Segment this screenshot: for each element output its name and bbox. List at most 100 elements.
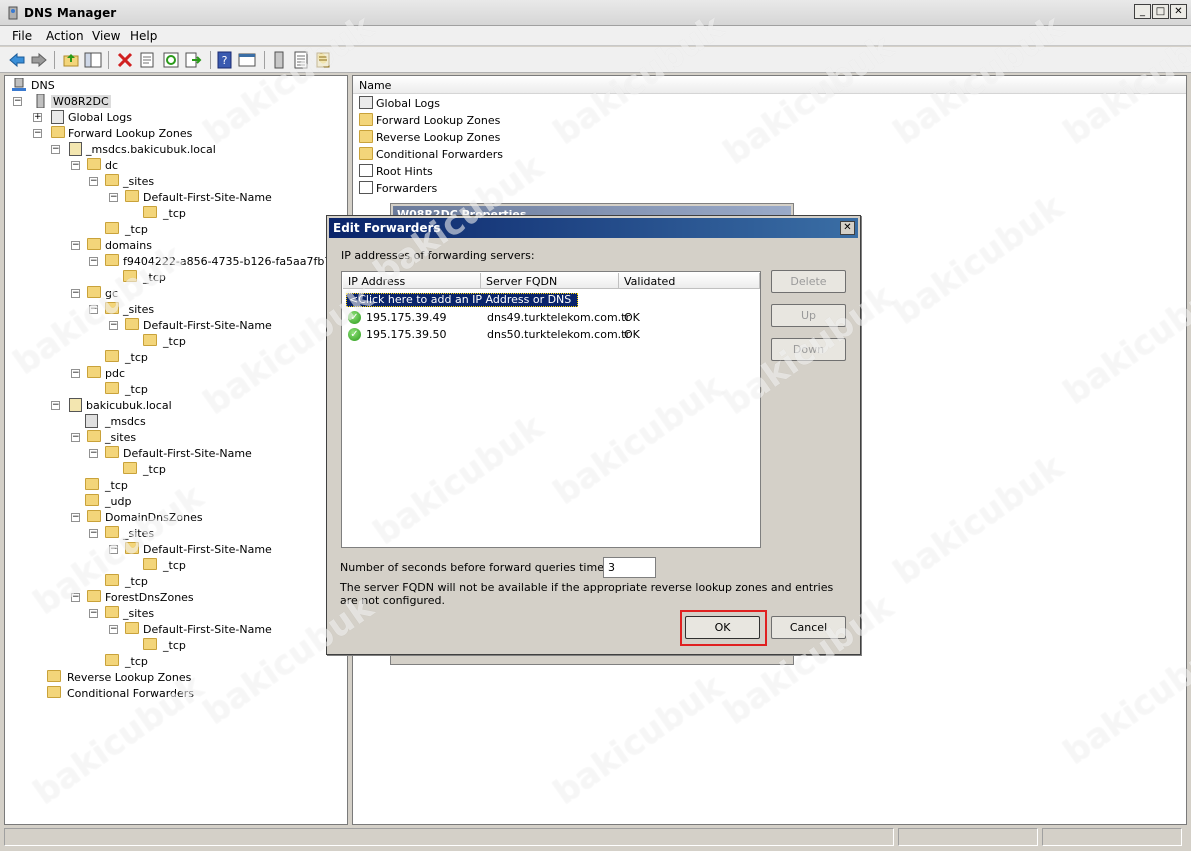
export-list-icon[interactable]	[184, 51, 202, 69]
tree-node-tcp[interactable]: _tcp	[105, 654, 347, 670]
tree-node-tcp[interactable]: _tcp	[143, 558, 347, 574]
collapse-icon[interactable]: −	[71, 161, 80, 170]
menu-help[interactable]: Help	[130, 29, 157, 43]
tree-node-default-site[interactable]: − Default-First-Site-Name	[109, 318, 347, 334]
tree-node-conditional-forwarders[interactable]: Conditional Forwarders	[47, 686, 347, 702]
add-address-row[interactable]: <Click here to add an IP Address or DNS …	[346, 293, 578, 318]
tree-node-msdcs-zone[interactable]: − _msdcs.bakicubuk.local	[51, 142, 347, 158]
tree-node-dns[interactable]: DNS	[11, 78, 311, 94]
tree-node-default-site[interactable]: − Default-First-Site-Name	[109, 622, 347, 638]
tree-node-forestdnszones[interactable]: − ForestDnsZones	[71, 590, 347, 606]
delete-button[interactable]: Delete	[771, 270, 846, 293]
tree-node-sites[interactable]: − _sites	[89, 174, 347, 190]
refresh-icon[interactable]	[162, 51, 180, 69]
properties-icon[interactable]	[138, 51, 156, 69]
list-item-forwarders[interactable]: Forwarders	[359, 181, 559, 197]
help-icon[interactable]: ?	[216, 51, 234, 69]
menu-file[interactable]: File	[12, 29, 32, 43]
collapse-icon[interactable]: −	[71, 369, 80, 378]
back-icon[interactable]	[8, 51, 26, 69]
tree-node-sites[interactable]: − _sites	[89, 302, 347, 318]
list-item-forward-lookup-zones[interactable]: Forward Lookup Zones	[359, 113, 559, 129]
tree-node-default-site[interactable]: − Default-First-Site-Name	[109, 190, 347, 206]
expand-icon[interactable]: +	[33, 113, 42, 122]
dialog-close-button[interactable]: ✕	[840, 221, 855, 235]
tree-node-tcp[interactable]: _tcp	[143, 638, 347, 654]
tree-node-dc[interactable]: − dc	[71, 158, 347, 174]
console-icon[interactable]	[238, 51, 256, 69]
forward-icon[interactable]	[30, 51, 48, 69]
close-button[interactable]: ✕	[1170, 4, 1187, 19]
collapse-icon[interactable]: −	[71, 241, 80, 250]
collapse-icon[interactable]: −	[13, 97, 22, 106]
tree-node-domains[interactable]: − domains	[71, 238, 347, 254]
column-header-validated[interactable]: Validated	[619, 273, 760, 289]
tree-node-pdc[interactable]: − pdc	[71, 366, 347, 382]
tree-node-sites[interactable]: − _sites	[89, 606, 347, 622]
list-item-root-hints[interactable]: Root Hints	[359, 164, 559, 180]
collapse-icon[interactable]: −	[71, 513, 80, 522]
forwarder-row[interactable]: ✓ 195.175.39.50 dns50.turktelekom.com.tr…	[346, 327, 756, 343]
up-folder-icon[interactable]	[62, 51, 80, 69]
forwarders-list[interactable]: IP Address Server FQDN Validated <Click …	[341, 271, 761, 548]
collapse-icon[interactable]: −	[33, 129, 42, 138]
collapse-icon[interactable]: −	[71, 289, 80, 298]
tree-node-domaindnszones[interactable]: − DomainDnsZones	[71, 510, 347, 526]
tree-node-udp[interactable]: _udp	[85, 494, 347, 510]
tree-node-default-site[interactable]: − Default-First-Site-Name	[109, 542, 347, 558]
tree-node-default-site[interactable]: − Default-First-Site-Name	[89, 446, 347, 462]
tree-node-tcp[interactable]: _tcp	[105, 382, 347, 398]
up-button[interactable]: Up	[771, 304, 846, 327]
tree-node-tcp[interactable]: _tcp	[105, 574, 347, 590]
collapse-icon[interactable]: −	[109, 321, 118, 330]
list-item-conditional-forwarders[interactable]: Conditional Forwarders	[359, 147, 559, 163]
tree-node-server[interactable]: − W08R2DC	[13, 94, 313, 110]
tree-node-tcp[interactable]: _tcp	[143, 334, 347, 350]
tree-node-gc[interactable]: − gc	[71, 286, 347, 302]
down-button[interactable]: Down	[771, 338, 846, 361]
tree-node-sites[interactable]: − _sites	[71, 430, 347, 446]
collapse-icon[interactable]: −	[71, 433, 80, 442]
tree-node-global-logs[interactable]: + Global Logs	[33, 110, 333, 126]
tree-node-tcp[interactable]: _tcp	[123, 462, 347, 478]
list-item-global-logs[interactable]: Global Logs	[359, 96, 559, 112]
collapse-icon[interactable]: −	[89, 257, 98, 266]
collapse-icon[interactable]: −	[51, 145, 60, 154]
tree-node-tcp[interactable]: _tcp	[105, 222, 347, 238]
cancel-button[interactable]: Cancel	[771, 616, 846, 639]
list-item-reverse-lookup-zones[interactable]: Reverse Lookup Zones	[359, 130, 559, 146]
collapse-icon[interactable]: −	[71, 593, 80, 602]
show-hide-tree-icon[interactable]	[84, 51, 102, 69]
delete-icon[interactable]	[116, 51, 134, 69]
zone-icon[interactable]	[314, 51, 332, 69]
tree-node-domain-zone[interactable]: − bakicubuk.local	[51, 398, 347, 414]
tree-node-tcp[interactable]: _tcp	[123, 270, 347, 286]
collapse-icon[interactable]: −	[89, 305, 98, 314]
forwarder-row[interactable]: ✓ 195.175.39.49 dns49.turktelekom.com.tr…	[346, 310, 756, 326]
maximize-button[interactable]: □	[1152, 4, 1169, 19]
tree-node-tcp[interactable]: _tcp	[85, 478, 347, 494]
timeout-input[interactable]: 3	[603, 557, 656, 578]
collapse-icon[interactable]: −	[109, 545, 118, 554]
tree-node-forward-lookup-zones[interactable]: − Forward Lookup Zones	[33, 126, 333, 142]
server-icon[interactable]	[270, 51, 288, 69]
menu-action[interactable]: Action	[46, 29, 84, 43]
minimize-button[interactable]: _	[1134, 4, 1151, 19]
collapse-icon[interactable]: −	[89, 449, 98, 458]
collapse-icon[interactable]: −	[89, 609, 98, 618]
collapse-icon[interactable]: −	[109, 193, 118, 202]
tree-node-tcp[interactable]: _tcp	[143, 206, 347, 222]
ok-button[interactable]: OK	[685, 616, 760, 639]
tree-node-reverse-lookup-zones[interactable]: Reverse Lookup Zones	[47, 670, 347, 686]
tree-node-sites[interactable]: − _sites	[89, 526, 347, 542]
tree-node-domain-guid[interactable]: − f9404222-a856-4735-b126-fa5aa7fb72f4	[89, 254, 347, 270]
collapse-icon[interactable]: −	[109, 625, 118, 634]
collapse-icon[interactable]: −	[89, 529, 98, 538]
list-icon[interactable]	[292, 51, 310, 69]
tree-node-tcp[interactable]: _tcp	[105, 350, 347, 366]
collapse-icon[interactable]: −	[51, 401, 60, 410]
tree-node-msdcs[interactable]: _msdcs	[85, 414, 347, 430]
column-header-fqdn[interactable]: Server FQDN	[481, 273, 619, 289]
column-header-ip[interactable]: IP Address	[343, 273, 481, 289]
column-header-name[interactable]: Name	[353, 76, 1186, 94]
